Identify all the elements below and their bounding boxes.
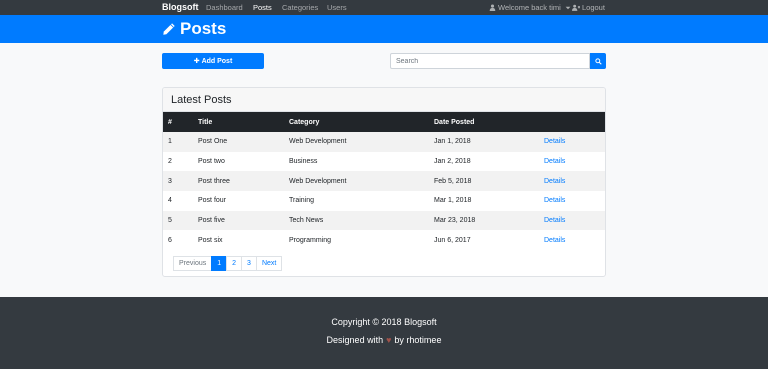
footer: Copyright © 2018 Blogsoft Designed with …: [0, 297, 768, 369]
plus-icon: ✚: [193, 58, 200, 65]
table-row: 2 Post two Business Jan 2, 2018 Details: [163, 152, 605, 172]
row-date: Jun 6, 2017: [434, 236, 471, 244]
table-row: 5 Post five Tech News Mar 23, 2018 Detai…: [163, 210, 605, 231]
row-number: 6: [168, 236, 172, 244]
column-header-number: #: [168, 118, 172, 126]
details-link[interactable]: Details: [539, 230, 605, 250]
table-row: 3 Post three Web Development Feb 5, 2018…: [163, 171, 605, 192]
user-icon: [489, 4, 496, 11]
row-date: Mar 23, 2018: [434, 217, 476, 225]
row-category: Tech News: [289, 217, 324, 225]
copyright-text: Copyright © 2018 Blogsoft: [331, 317, 437, 327]
row-number: 4: [168, 197, 172, 205]
details-link[interactable]: Details: [539, 132, 605, 152]
table-header-row: # Title Category Date Posted: [163, 112, 605, 132]
page-title: Posts: [162, 19, 226, 39]
heart-icon: ♥: [386, 335, 392, 345]
nav-posts[interactable]: Posts: [253, 3, 272, 12]
table-row: 1 Post One Web Development Jan 1, 2018 D…: [163, 132, 605, 152]
add-post-label: Add Post: [201, 57, 233, 65]
details-link[interactable]: Details: [539, 191, 605, 211]
column-header-action: [539, 112, 605, 132]
row-category: Business: [289, 158, 318, 166]
designed-suffix: by rhotimee: [394, 335, 442, 345]
welcome-text: Welcome back timi: [498, 3, 561, 12]
logout-label: Logout: [582, 3, 605, 12]
search-icon: [594, 57, 602, 65]
page-header: Posts: [0, 15, 768, 43]
row-date: Jan 1, 2018: [434, 138, 471, 146]
pencil-icon: [163, 23, 175, 35]
row-category: Programming: [289, 236, 332, 244]
table-row: 6 Post six Programming Jun 6, 2017 Detai…: [163, 230, 605, 250]
pagination-previous[interactable]: Previous: [173, 256, 213, 271]
navbar: Blogsoft Dashboard Posts Categories User…: [0, 0, 768, 15]
nav-categories[interactable]: Categories: [282, 3, 318, 12]
pagination: Previous 1 2 3 Next: [173, 256, 283, 271]
designed-prefix: Designed with: [326, 335, 384, 345]
details-link[interactable]: Details: [539, 152, 605, 172]
latest-posts-card: Latest Posts # Title Category Date Poste…: [162, 87, 606, 277]
row-title: Post six: [198, 236, 223, 244]
posts-table: # Title Category Date Posted 1 Post One …: [163, 112, 605, 250]
column-header-category: Category: [289, 118, 320, 126]
card-title: Latest Posts: [163, 88, 605, 112]
user-dropdown[interactable]: Welcome back timi: [489, 3, 571, 12]
row-date: Feb 5, 2018: [434, 177, 472, 185]
user-times-icon: [572, 4, 580, 11]
logout-link[interactable]: Logout: [572, 3, 605, 12]
row-category: Training: [289, 197, 315, 205]
details-link[interactable]: Details: [539, 211, 605, 231]
search-input[interactable]: [390, 53, 590, 69]
pagination-page-1[interactable]: 1: [211, 256, 228, 271]
designed-by: Designed with ♥ by rhotimee: [0, 335, 768, 345]
row-title: Post four: [198, 197, 227, 205]
table-row: 4 Post four Training Mar 1, 2018 Details: [163, 191, 605, 211]
row-title: Post three: [198, 177, 230, 185]
row-category: Web Development: [289, 138, 347, 146]
row-category: Web Development: [289, 177, 347, 185]
add-post-button[interactable]: ✚ Add Post: [162, 53, 264, 69]
column-header-date: Date Posted: [434, 118, 475, 126]
brand-link[interactable]: Blogsoft: [162, 2, 199, 12]
row-number: 5: [168, 217, 172, 225]
search-button[interactable]: [590, 53, 606, 69]
pagination-page-3[interactable]: 3: [241, 256, 257, 271]
row-date: Jan 2, 2018: [434, 158, 471, 166]
column-header-title: Title: [198, 118, 213, 126]
row-date: Mar 1, 2018: [434, 197, 472, 205]
row-number: 3: [168, 177, 172, 185]
row-title: Post two: [198, 158, 225, 166]
nav-dashboard[interactable]: Dashboard: [206, 3, 243, 12]
pagination-next[interactable]: Next: [255, 256, 283, 271]
row-number: 1: [168, 138, 172, 146]
row-title: Post five: [198, 217, 225, 225]
pagination-page-2[interactable]: 2: [226, 256, 243, 271]
row-number: 2: [168, 158, 172, 166]
nav-users[interactable]: Users: [327, 3, 347, 12]
details-link[interactable]: Details: [539, 171, 605, 191]
row-title: Post One: [198, 138, 228, 146]
page-title-text: Posts: [180, 19, 227, 38]
caret-down-icon: [565, 6, 571, 9]
